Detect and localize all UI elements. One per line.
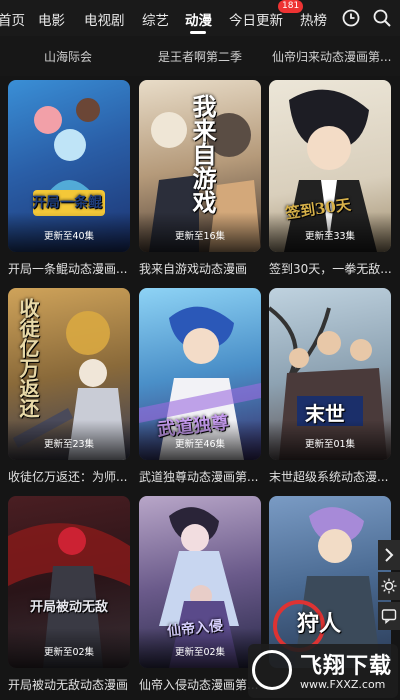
poster-image[interactable]: 末世 更新至01集 (269, 288, 391, 460)
episode-label: 更新至01集 (304, 439, 356, 450)
card-title[interactable]: 末世超级系统动态漫... (269, 468, 391, 485)
episode-label: 更新至23集 (43, 439, 95, 450)
brightness-button[interactable] (378, 572, 400, 600)
featured-item[interactable]: 是王者啊第二季 (158, 48, 242, 65)
poster-image[interactable]: 开局一条鲲 更新至40集 (8, 80, 130, 252)
watermark-name: 飞翔下载 (300, 654, 393, 679)
poster-art (273, 507, 381, 668)
episode-label: 更新至40集 (43, 231, 95, 242)
episode-label: 更新至02集 (174, 647, 226, 658)
featured-item[interactable]: 仙帝归来动态漫画第... (272, 48, 391, 65)
featured-row: 山海际会 是王者啊第二季 仙帝归来动态漫画第... (0, 36, 400, 76)
feedback-button[interactable] (378, 602, 400, 630)
card-title[interactable]: 仙帝入侵动态漫画第... (139, 676, 261, 693)
featured-item[interactable]: 山海际会 (44, 48, 92, 65)
card-title[interactable]: 收徒亿万返还：为师... (8, 468, 130, 485)
poster-art-title: 开局被动无敌 (30, 600, 109, 615)
poster-image[interactable]: 签到30天 更新至33集 (269, 80, 391, 252)
episode-label: 更新至33集 (304, 231, 356, 242)
poster-art-title: 收徒亿万返还 (16, 298, 40, 418)
poster-image[interactable]: 开局被动无敌 更新至02集 (8, 496, 130, 668)
tab-today-updates[interactable]: 今日更新 (229, 9, 283, 29)
card-title[interactable]: 开局被动无敌动态漫画 (8, 676, 130, 693)
watermark-url: www.FXXZ.com (300, 678, 386, 691)
active-tab-indicator (190, 31, 206, 34)
history-clock-icon[interactable] (341, 8, 361, 28)
tab-movies[interactable]: 电影 (38, 9, 65, 29)
tab-variety[interactable]: 综艺 (142, 9, 169, 29)
tab-hot-list[interactable]: 热榜 (300, 9, 327, 29)
card-title[interactable]: 签到30天，一拳无敌... (269, 260, 391, 277)
site-watermark: 飞翔下载 www.FXXZ.com (248, 644, 398, 698)
poster-art-title: 狩人 (297, 611, 342, 637)
chevron-right-icon (385, 548, 394, 562)
sun-icon (381, 578, 397, 594)
card-title[interactable]: 开局一条鲲动态漫画... (8, 260, 130, 277)
poster-image[interactable]: 仙帝入侵 更新至02集 (139, 496, 261, 668)
expand-panel-button[interactable] (378, 540, 400, 570)
message-icon (381, 609, 397, 624)
top-nav: 首页 电影 电视剧 综艺 动漫 今日更新 181 热榜 (0, 0, 400, 36)
watermark-logo-icon (252, 650, 292, 690)
poster-image[interactable]: 武道独尊 更新至46集 (139, 288, 261, 460)
episode-label: 更新至16集 (174, 231, 226, 242)
episode-label: 更新至46集 (174, 439, 226, 450)
poster-art-title: 我来自游戏 (188, 94, 217, 214)
tab-home[interactable]: 首页 (0, 9, 25, 29)
card-title[interactable]: 武道独尊动态漫画第... (139, 468, 261, 485)
card-title[interactable]: 我来自游戏动态漫画 (139, 260, 261, 277)
poster-image[interactable]: 我来自游戏 更新至16集 (139, 80, 261, 252)
search-icon[interactable] (372, 8, 392, 28)
episode-label: 更新至02集 (43, 647, 95, 658)
poster-image[interactable]: 收徒亿万返还 更新至23集 (8, 288, 130, 460)
tab-anime[interactable]: 动漫 (185, 9, 212, 29)
tab-tv-series[interactable]: 电视剧 (84, 9, 125, 29)
poster-image[interactable]: 狩人 (269, 496, 391, 668)
poster-art-title: 开局一条鲲 (32, 195, 102, 211)
